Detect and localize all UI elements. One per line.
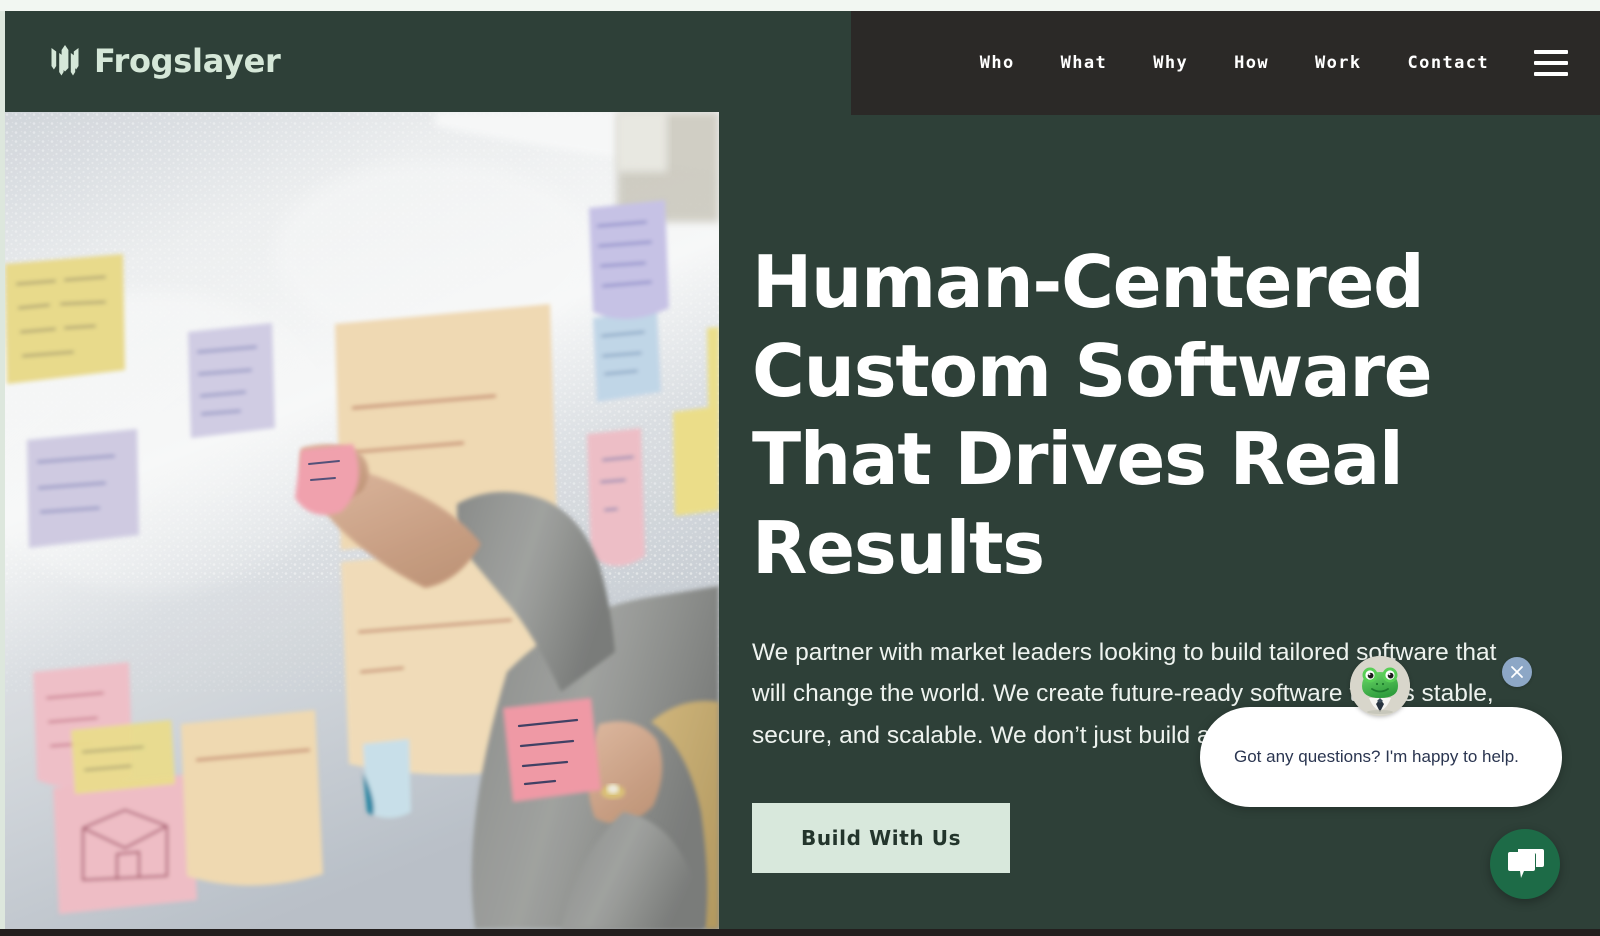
hamburger-bar-1 xyxy=(1534,50,1568,54)
frogslayer-trident-mark-icon xyxy=(51,45,79,76)
hamburger-menu-icon[interactable] xyxy=(1534,50,1568,76)
chat-greeting-bubble[interactable]: Got any questions? I'm happy to help. xyxy=(1200,707,1562,807)
brand-name: Frogslayer xyxy=(94,42,281,80)
hamburger-bar-3 xyxy=(1534,72,1568,76)
nav-item-why[interactable]: Why xyxy=(1130,43,1211,83)
hamburger-bar-2 xyxy=(1534,61,1568,65)
browser-viewport: Frogslayer Human-Centered Custom Softwar… xyxy=(0,0,1600,936)
hero-photo-illustration xyxy=(5,112,719,929)
page-title: Human-Centered Custom Software That Driv… xyxy=(752,240,1433,590)
hero-image xyxy=(5,112,719,929)
main-navigation: Who What Why How Work Contact xyxy=(851,11,1600,115)
brand-logo[interactable]: Frogslayer xyxy=(49,42,281,80)
chat-bubbles-icon xyxy=(1508,849,1544,878)
chat-greeting-text: Got any questions? I'm happy to help. xyxy=(1234,746,1519,766)
nav-item-work[interactable]: Work xyxy=(1292,43,1385,83)
window-bottom-border xyxy=(0,929,1600,936)
close-x-glyph xyxy=(1511,666,1523,678)
nav-item-what[interactable]: What xyxy=(1038,43,1131,83)
build-with-us-button[interactable]: Build With Us xyxy=(752,802,1011,873)
chat-launcher-button[interactable] xyxy=(1490,829,1560,899)
frog-avatar-icon xyxy=(1350,656,1410,716)
nav-item-how[interactable]: How xyxy=(1211,43,1292,83)
close-icon[interactable] xyxy=(1502,657,1532,687)
nav-item-contact[interactable]: Contact xyxy=(1385,43,1512,83)
nav-links: Who What Why How Work Contact xyxy=(957,43,1512,83)
frog-avatar-illustration xyxy=(1350,656,1410,716)
nav-item-who[interactable]: Who xyxy=(957,43,1038,83)
